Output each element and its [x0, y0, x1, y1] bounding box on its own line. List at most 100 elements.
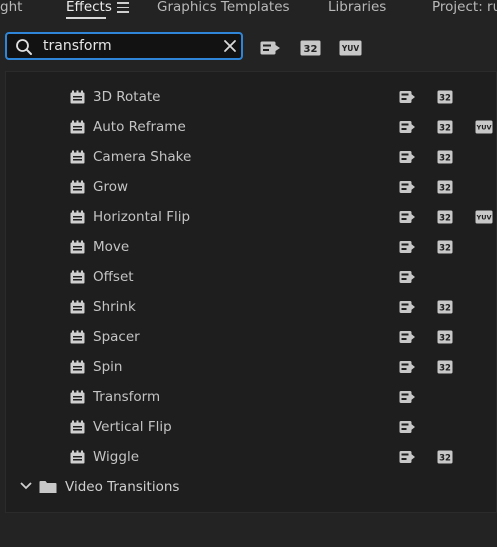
- filter-32bit-button[interactable]: 32: [300, 40, 321, 56]
- effects-list: 3D Rotate 32 Auto Reframe 32 YUV Camera …: [5, 71, 497, 513]
- 32bit-badge-icon: 32: [437, 450, 453, 464]
- effect-row[interactable]: Spin 32: [6, 352, 496, 382]
- effect-icon: [70, 210, 85, 224]
- effect-label: Shrink: [93, 299, 136, 315]
- effect-row[interactable]: 3D Rotate 32: [6, 82, 496, 112]
- yuv-badge-label: YUV: [475, 214, 491, 222]
- effect-row[interactable]: Vertical Flip: [6, 412, 496, 442]
- 32bit-badge-label: 32: [439, 334, 451, 344]
- yuv-icon: YUV: [339, 40, 362, 56]
- 32bit-icon-label: 32: [304, 44, 318, 55]
- panel-menu-icon[interactable]: [117, 1, 129, 13]
- chevron-down-icon[interactable]: [20, 481, 32, 491]
- 32bit-badge-icon: 32: [437, 330, 453, 344]
- accelerated-badge-icon: [399, 181, 415, 193]
- panel-tab-bar: ght Effects Graphics Templates Libraries…: [0, 0, 497, 22]
- 32bit-badge-label: 32: [439, 184, 451, 194]
- filter-accelerated-button[interactable]: [260, 40, 280, 56]
- accelerated-badge-icon: [399, 151, 415, 163]
- search-input[interactable]: [43, 36, 213, 56]
- effect-row[interactable]: Transform: [6, 382, 496, 412]
- accelerated-badge-icon: [399, 121, 415, 133]
- search-icon: [16, 39, 32, 55]
- 32bit-badge-label: 32: [439, 244, 451, 254]
- 32bit-badge-label: 32: [439, 124, 451, 134]
- accelerated-badge-icon: [399, 301, 415, 313]
- yuv-icon-label: YUV: [341, 44, 360, 53]
- effect-icon: [70, 240, 85, 254]
- yuv-badge-icon: YUV: [475, 120, 493, 134]
- effect-icon: [70, 300, 85, 314]
- effect-icon: [70, 450, 85, 464]
- accelerated-badge-icon: [399, 331, 415, 343]
- tab-effects[interactable]: Effects: [66, 0, 112, 18]
- tab-libraries[interactable]: Libraries: [328, 0, 386, 18]
- accelerated-badge-icon: [399, 361, 415, 373]
- effect-icon: [70, 90, 85, 104]
- effect-label: Grow: [93, 179, 129, 195]
- effect-row[interactable]: Horizontal Flip 32 YUV: [6, 202, 496, 232]
- search-field[interactable]: [5, 32, 243, 60]
- 32bit-badge-label: 32: [439, 214, 451, 224]
- effect-label: Move: [93, 239, 130, 255]
- effect-icon: [70, 270, 85, 284]
- 32bit-badge-icon: 32: [437, 210, 453, 224]
- effect-row[interactable]: Grow 32: [6, 172, 496, 202]
- effect-row[interactable]: Move 32: [6, 232, 496, 262]
- tab-project[interactable]: Project: ru: [432, 0, 497, 18]
- effect-row[interactable]: Offset: [6, 262, 496, 292]
- tab-lumetri[interactable]: ght: [0, 0, 22, 18]
- accelerated-badge-icon: [399, 451, 415, 463]
- yuv-badge-label: YUV: [475, 124, 491, 132]
- effect-label: Spacer: [93, 329, 140, 345]
- effect-icon: [70, 180, 85, 194]
- effect-label: Transform: [93, 389, 161, 405]
- 32bit-badge-icon: 32: [437, 180, 453, 194]
- 32bit-badge-label: 32: [439, 364, 451, 374]
- effect-label: Wiggle: [93, 449, 139, 465]
- effect-icon: [70, 330, 85, 344]
- 32bit-icon: 32: [300, 40, 321, 56]
- 32bit-badge-label: 32: [439, 94, 451, 104]
- accelerated-effects-icon: [260, 41, 280, 55]
- effect-label: Offset: [93, 269, 134, 285]
- filter-yuv-button[interactable]: YUV: [339, 40, 362, 56]
- accelerated-badge-icon: [399, 271, 415, 283]
- accelerated-badge-icon: [399, 211, 415, 223]
- effect-label: Spin: [93, 359, 123, 375]
- folder-row-video-transitions[interactable]: Video Transitions: [6, 472, 496, 502]
- effect-row[interactable]: Auto Reframe 32 YUV: [6, 112, 496, 142]
- effect-icon: [70, 120, 85, 134]
- effect-label: 3D Rotate: [93, 89, 161, 105]
- effect-row[interactable]: Spacer 32: [6, 322, 496, 352]
- 32bit-badge-label: 32: [439, 154, 451, 164]
- tab-graphics-templates[interactable]: Graphics Templates: [157, 0, 290, 18]
- effect-row[interactable]: Shrink 32: [6, 292, 496, 322]
- 32bit-badge-icon: 32: [437, 300, 453, 314]
- effect-row[interactable]: Wiggle 32: [6, 442, 496, 472]
- effect-label: Auto Reframe: [93, 119, 186, 135]
- effect-icon: [70, 390, 85, 404]
- accelerated-badge-icon: [399, 241, 415, 253]
- effect-label: Vertical Flip: [93, 419, 172, 435]
- 32bit-badge-icon: 32: [437, 90, 453, 104]
- effect-label: Horizontal Flip: [93, 209, 191, 225]
- effect-icon: [70, 360, 85, 374]
- clear-search-icon[interactable]: [223, 39, 237, 53]
- effect-label: Camera Shake: [93, 149, 192, 165]
- yuv-badge-icon: YUV: [475, 210, 493, 224]
- 32bit-badge-icon: 32: [437, 240, 453, 254]
- accelerated-badge-icon: [399, 421, 415, 433]
- 32bit-badge-icon: 32: [437, 150, 453, 164]
- 32bit-badge-icon: 32: [437, 360, 453, 374]
- effect-icon: [70, 420, 85, 434]
- effect-icon: [70, 150, 85, 164]
- accelerated-badge-icon: [399, 91, 415, 103]
- 32bit-badge-label: 32: [439, 304, 451, 314]
- effect-row[interactable]: Camera Shake 32: [6, 142, 496, 172]
- 32bit-badge-label: 32: [439, 454, 451, 464]
- folder-icon: [39, 481, 57, 493]
- accelerated-badge-icon: [399, 391, 415, 403]
- 32bit-badge-icon: 32: [437, 120, 453, 134]
- active-tab-indicator: [66, 17, 106, 19]
